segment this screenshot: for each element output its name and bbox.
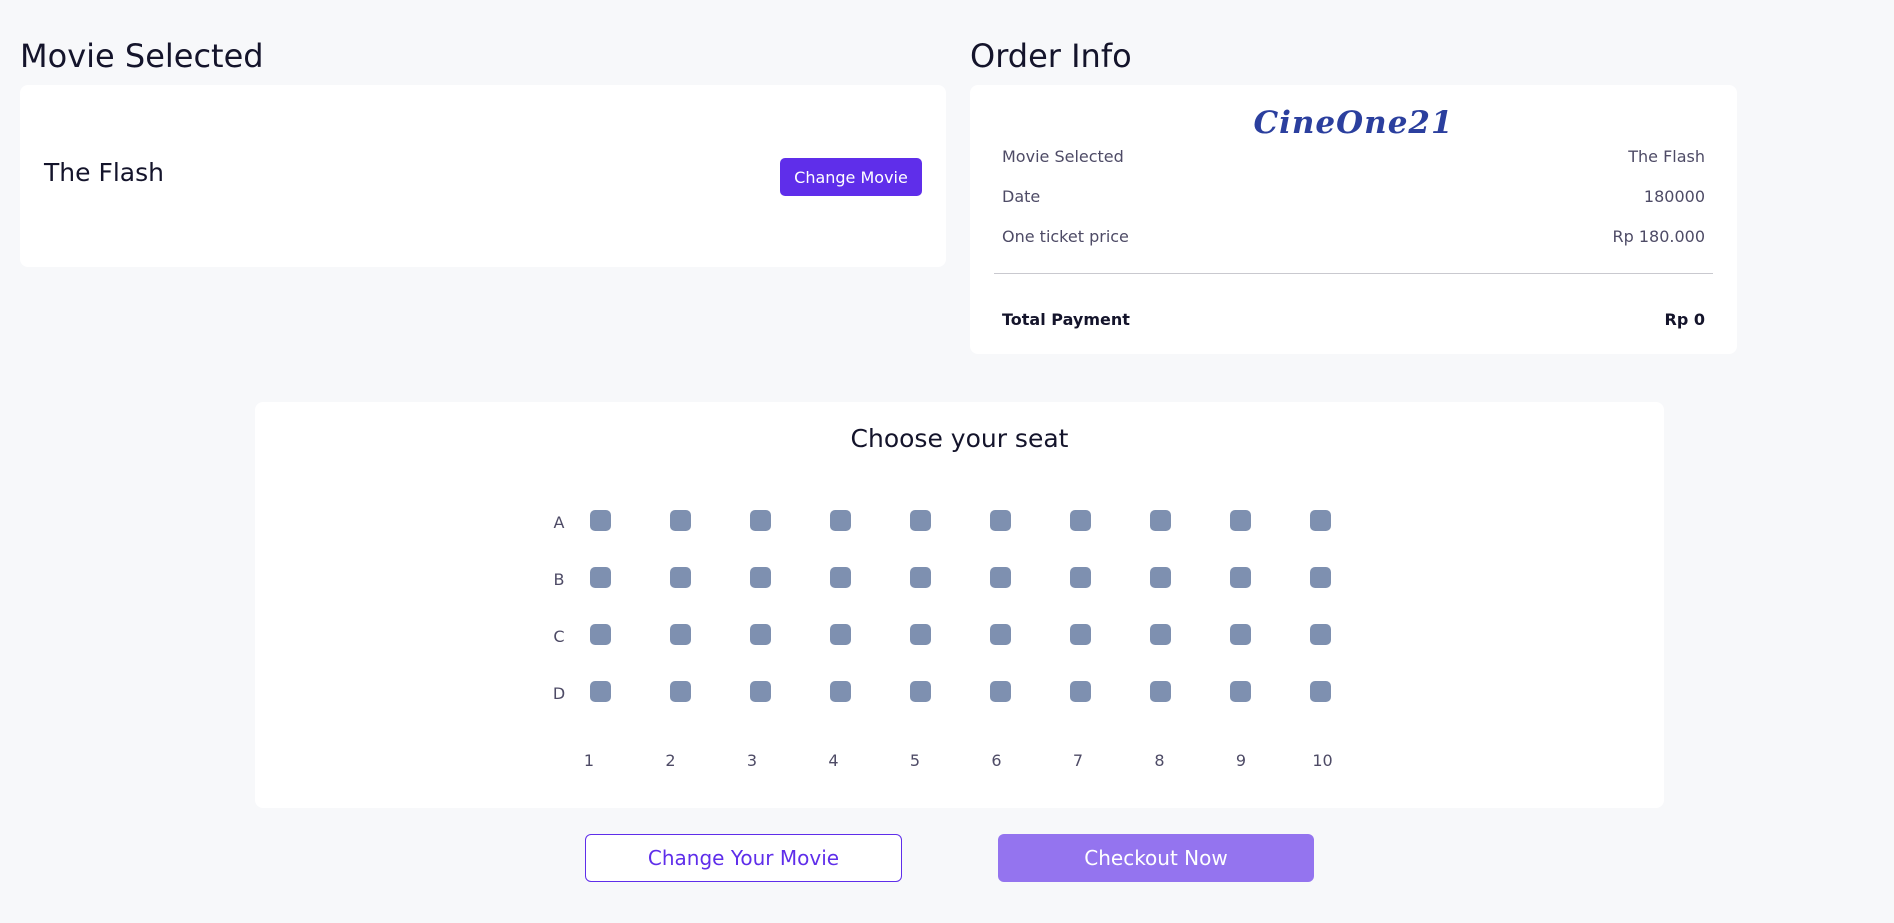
seat-C8[interactable] xyxy=(1150,624,1171,645)
seat-D6[interactable] xyxy=(990,681,1011,702)
seat-A8[interactable] xyxy=(1150,510,1171,531)
seat-row-label: C xyxy=(553,627,565,646)
seat-column-label: 6 xyxy=(991,751,1002,770)
seat-D9[interactable] xyxy=(1230,681,1251,702)
seat-column-label: 4 xyxy=(828,751,839,770)
seat-column-label: 1 xyxy=(583,751,595,770)
seat-B5[interactable] xyxy=(910,567,931,588)
change-your-movie-button[interactable]: Change Your Movie xyxy=(585,834,902,882)
seat-A1[interactable] xyxy=(590,510,611,531)
seat-row-label: D xyxy=(552,684,566,703)
seat-C4[interactable] xyxy=(830,624,851,645)
total-payment-label: Total Payment xyxy=(1002,310,1130,329)
order-row-value: Rp 180.000 xyxy=(1612,227,1705,246)
seat-C10[interactable] xyxy=(1310,624,1331,645)
order-info-card: CineOne21 Movie Selected The Flash Date … xyxy=(970,85,1737,354)
seat-B1[interactable] xyxy=(590,567,611,588)
seat-A2[interactable] xyxy=(670,510,691,531)
seat-B6[interactable] xyxy=(990,567,1011,588)
seat-A9[interactable] xyxy=(1230,510,1251,531)
order-info-heading: Order Info xyxy=(970,37,1132,75)
total-payment-value: Rp 0 xyxy=(1664,310,1705,329)
seat-column-label: 8 xyxy=(1154,751,1165,770)
seat-D8[interactable] xyxy=(1150,681,1171,702)
seat-column-label: 10 xyxy=(1312,751,1333,770)
page: Movie Selected The Flash Change Movie Or… xyxy=(0,0,1894,923)
seat-D3[interactable] xyxy=(750,681,771,702)
seat-D7[interactable] xyxy=(1070,681,1091,702)
seat-B9[interactable] xyxy=(1230,567,1251,588)
movie-selected-card: The Flash Change Movie xyxy=(20,85,946,267)
seat-C5[interactable] xyxy=(910,624,931,645)
order-row-ticket-price: One ticket price Rp 180.000 xyxy=(1002,227,1705,246)
seat-C1[interactable] xyxy=(590,624,611,645)
seat-A6[interactable] xyxy=(990,510,1011,531)
seat-B2[interactable] xyxy=(670,567,691,588)
choose-seat-heading: Choose your seat xyxy=(850,424,1069,453)
seat-C3[interactable] xyxy=(750,624,771,645)
order-row-label: Date xyxy=(1002,187,1041,206)
seat-D4[interactable] xyxy=(830,681,851,702)
seat-B7[interactable] xyxy=(1070,567,1091,588)
seat-column-label: 9 xyxy=(1235,751,1247,770)
order-row-date: Date 180000 xyxy=(1002,187,1705,206)
selected-movie-title: The Flash xyxy=(44,158,164,187)
seat-C9[interactable] xyxy=(1230,624,1251,645)
order-row-value: The Flash xyxy=(1628,147,1705,166)
order-row-label: Movie Selected xyxy=(1002,147,1124,166)
seat-A3[interactable] xyxy=(750,510,771,531)
order-row-movie: Movie Selected The Flash xyxy=(1002,147,1705,166)
seat-D2[interactable] xyxy=(670,681,691,702)
seat-D5[interactable] xyxy=(910,681,931,702)
seat-B3[interactable] xyxy=(750,567,771,588)
seat-C7[interactable] xyxy=(1070,624,1091,645)
seat-column-label: 5 xyxy=(909,751,921,770)
seat-C2[interactable] xyxy=(670,624,691,645)
seat-column-label: 2 xyxy=(665,751,676,770)
seat-column-label: 7 xyxy=(1072,751,1084,770)
seat-column-label: 3 xyxy=(746,751,758,770)
order-row-value: 180000 xyxy=(1643,187,1705,206)
seat-A5[interactable] xyxy=(910,510,931,531)
seat-A10[interactable] xyxy=(1310,510,1331,531)
seat-B8[interactable] xyxy=(1150,567,1171,588)
change-movie-button[interactable]: Change Movie xyxy=(780,158,922,196)
seat-B10[interactable] xyxy=(1310,567,1331,588)
total-payment-row: Total Payment Rp 0 xyxy=(1002,310,1705,329)
seat-A4[interactable] xyxy=(830,510,851,531)
order-divider xyxy=(994,273,1713,274)
seat-A7[interactable] xyxy=(1070,510,1091,531)
seat-selection-card: Choose your seat A B C D 1 2 3 4 5 6 7 8 9 10 xyxy=(255,402,1664,808)
seat-row-label: B xyxy=(553,570,565,589)
seat-D1[interactable] xyxy=(590,681,611,702)
seat-D10[interactable] xyxy=(1310,681,1331,702)
cineone21-logo: CineOne21 xyxy=(1253,105,1454,141)
seat-C6[interactable] xyxy=(990,624,1011,645)
movie-selected-heading: Movie Selected xyxy=(20,37,264,75)
seat-row-label: A xyxy=(553,513,565,532)
order-row-label: One ticket price xyxy=(1002,227,1129,246)
seat-B4[interactable] xyxy=(830,567,851,588)
checkout-now-button[interactable]: Checkout Now xyxy=(998,834,1314,882)
